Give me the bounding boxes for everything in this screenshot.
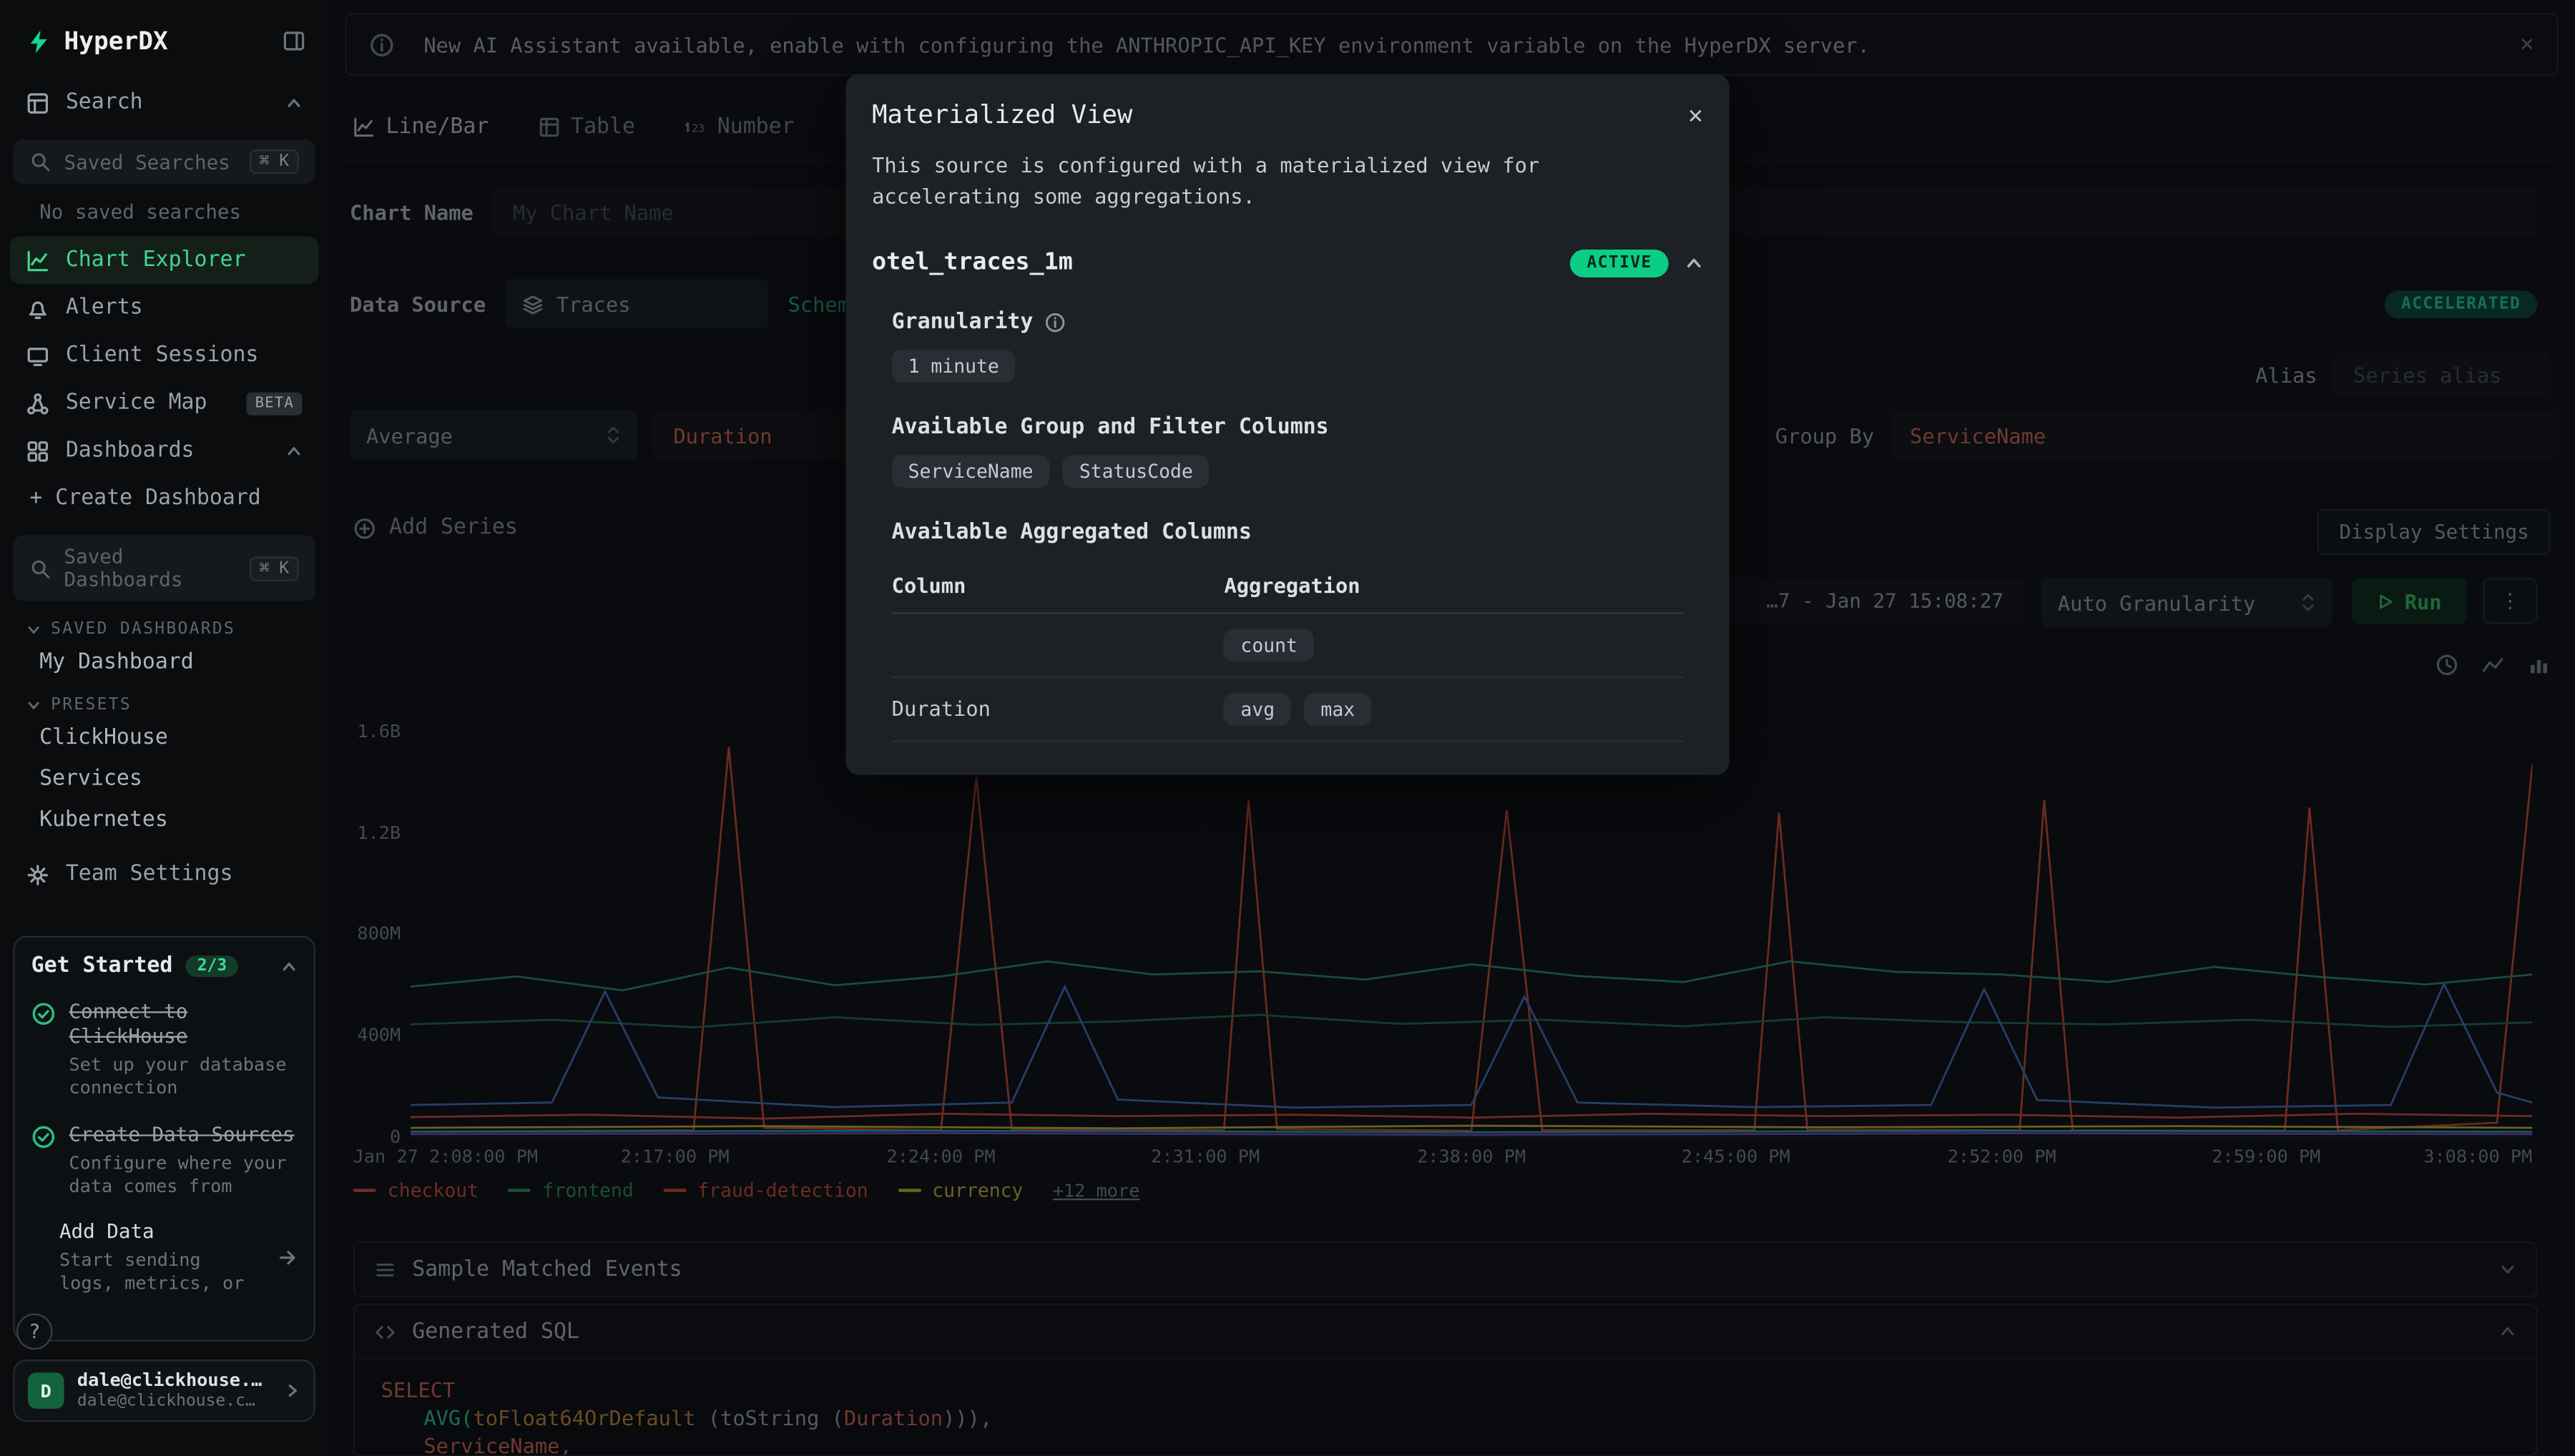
sidebar-item-chart-explorer[interactable]: Chart Explorer bbox=[10, 237, 319, 285]
info-icon[interactable] bbox=[1044, 312, 1066, 333]
granularity-label: Granularity bbox=[892, 310, 1034, 334]
collapse-sidebar-icon[interactable] bbox=[283, 29, 305, 52]
shortcut-kbd: ⌘ K bbox=[250, 149, 299, 174]
check-circle-icon bbox=[31, 1002, 56, 1101]
task-title: Create Data Sources bbox=[69, 1122, 297, 1146]
presets-section[interactable]: PRESETS bbox=[0, 683, 328, 717]
user-email: dale@clickhouse.c… bbox=[77, 1392, 271, 1412]
user-menu[interactable]: D dale@clickhouse.… dale@clickhouse.c… bbox=[13, 1359, 315, 1422]
table-row: count bbox=[892, 614, 1684, 678]
no-saved-searches-text: No saved searches bbox=[0, 190, 328, 236]
chart-line-icon bbox=[26, 249, 49, 272]
materialized-view-row[interactable]: otel_traces_1m ACTIVE bbox=[872, 249, 1703, 277]
sidebar-item-search[interactable]: Search bbox=[0, 79, 328, 127]
brand-name: HyperDX bbox=[64, 26, 283, 56]
sidebar-item-label: Search bbox=[66, 90, 143, 114]
sidebar-item-client-sessions[interactable]: Client Sessions bbox=[0, 332, 328, 380]
gear-icon bbox=[26, 863, 49, 886]
granularity-chip: 1 minute bbox=[892, 349, 1016, 382]
sidebar-item-label: Service Map bbox=[66, 390, 207, 415]
get-started-task-add-data[interactable]: Add Data Start sending logs, metrics, or bbox=[31, 1220, 298, 1297]
table-row: Duration avg max bbox=[892, 678, 1684, 742]
get-started-progress-badge: 2/3 bbox=[186, 955, 239, 977]
materialized-view-modal: Materialized View ✕ This source is confi… bbox=[845, 74, 1729, 774]
sidebar-item-label: Client Sessions bbox=[66, 343, 259, 368]
sidebar-item-team-settings[interactable]: Team Settings bbox=[0, 850, 328, 898]
task-title: Connect to ClickHouse bbox=[69, 1000, 297, 1049]
saved-searches-placeholder: Saved Searches bbox=[64, 150, 237, 173]
saved-dashboards-section[interactable]: SAVED DASHBOARDS bbox=[0, 607, 328, 641]
chevron-down-icon bbox=[26, 622, 41, 637]
beta-badge: BETA bbox=[247, 392, 302, 415]
chevron-down-icon bbox=[26, 698, 41, 713]
modal-description: This source is configured with a materia… bbox=[872, 149, 1687, 213]
sidebar-item-alerts[interactable]: Alerts bbox=[0, 284, 328, 332]
view-name: otel_traces_1m bbox=[872, 250, 1554, 277]
user-name: dale@clickhouse.… bbox=[77, 1370, 271, 1392]
avatar: D bbox=[28, 1372, 64, 1409]
group-filter-columns-label: Available Group and Filter Columns bbox=[892, 415, 1329, 439]
aggregation-header: Aggregation bbox=[1224, 573, 1683, 597]
aggregation-chip-max: max bbox=[1304, 692, 1371, 725]
section-label: SAVED DASHBOARDS bbox=[51, 621, 235, 639]
sidebar-header: HyperDX bbox=[0, 0, 328, 79]
check-circle-icon bbox=[31, 1124, 56, 1199]
app: HyperDX Search Saved Searches ⌘ K No sav… bbox=[0, 0, 2575, 1456]
sidebar: HyperDX Search Saved Searches ⌘ K No sav… bbox=[0, 0, 328, 1456]
chevron-up-icon bbox=[281, 958, 298, 975]
brand-bolt-icon bbox=[26, 29, 51, 53]
get-started-card: Get Started 2/3 Connect to ClickHouse Se… bbox=[13, 936, 315, 1342]
sidebar-item-label: Dashboards bbox=[66, 438, 195, 463]
task-desc: Start sending logs, metrics, or bbox=[59, 1250, 265, 1297]
column-chip-servicename: ServiceName bbox=[892, 454, 1050, 487]
aggregated-columns-label: Available Aggregated Columns bbox=[892, 520, 1252, 544]
task-icon-spacer bbox=[31, 1220, 46, 1297]
sidebar-item-services[interactable]: Services bbox=[0, 759, 328, 800]
aggregation-chip-count: count bbox=[1224, 629, 1313, 661]
get-started-task-sources[interactable]: Create Data Sources Configure where your… bbox=[31, 1122, 298, 1199]
task-title: Add Data bbox=[59, 1220, 265, 1244]
search-section-icon bbox=[26, 91, 49, 114]
nodes-icon bbox=[26, 392, 49, 415]
aggregated-columns-table: Column Aggregation count Duration avg ma… bbox=[892, 558, 1684, 742]
create-dashboard-button[interactable]: + Create Dashboard bbox=[0, 475, 328, 523]
monitor-icon bbox=[26, 344, 49, 367]
column-header: Column bbox=[892, 573, 1225, 597]
saved-dashboards-input[interactable]: Saved Dashboards ⌘ K bbox=[13, 535, 315, 601]
modal-close-icon[interactable]: ✕ bbox=[1688, 100, 1703, 129]
section-label: PRESETS bbox=[51, 696, 132, 714]
search-icon bbox=[29, 557, 51, 579]
saved-dashboards-placeholder: Saved Dashboards bbox=[64, 545, 237, 591]
grid-icon bbox=[26, 439, 49, 462]
sidebar-item-service-map[interactable]: Service Map BETA bbox=[0, 379, 328, 427]
arrow-right-icon bbox=[278, 1249, 298, 1269]
sidebar-item-my-dashboard[interactable]: My Dashboard bbox=[0, 642, 328, 683]
get-started-header[interactable]: Get Started 2/3 bbox=[31, 954, 298, 978]
modal-title: Materialized View bbox=[872, 100, 1688, 129]
get-started-title: Get Started bbox=[31, 954, 173, 978]
bell-icon bbox=[26, 296, 49, 319]
sidebar-item-label: Chart Explorer bbox=[66, 248, 246, 272]
column-chip-statuscode: StatusCode bbox=[1063, 454, 1210, 487]
chevron-up-icon bbox=[285, 94, 302, 111]
search-icon bbox=[29, 151, 51, 172]
chevron-right-icon bbox=[284, 1382, 300, 1399]
create-dashboard-label: + Create Dashboard bbox=[29, 486, 260, 511]
sidebar-item-label: Team Settings bbox=[66, 862, 233, 886]
chevron-up-icon bbox=[285, 443, 302, 459]
task-desc: Set up your database connection bbox=[69, 1054, 297, 1101]
sidebar-item-label: Alerts bbox=[66, 295, 143, 320]
sidebar-item-clickhouse[interactable]: ClickHouse bbox=[0, 717, 328, 758]
active-status-badge: ACTIVE bbox=[1571, 249, 1669, 277]
get-started-task-connect[interactable]: Connect to ClickHouse Set up your databa… bbox=[31, 1000, 298, 1101]
aggregation-chip-avg: avg bbox=[1224, 692, 1291, 725]
saved-searches-input[interactable]: Saved Searches ⌘ K bbox=[13, 139, 315, 184]
sidebar-item-kubernetes[interactable]: Kubernetes bbox=[0, 800, 328, 840]
shortcut-kbd: ⌘ K bbox=[250, 556, 299, 580]
help-button[interactable]: ? bbox=[16, 1314, 53, 1350]
chevron-up-icon[interactable] bbox=[1685, 254, 1703, 272]
sidebar-item-dashboards[interactable]: Dashboards bbox=[0, 427, 328, 475]
column-cell: Duration bbox=[892, 697, 1225, 721]
task-desc: Configure where your data comes from bbox=[69, 1152, 297, 1199]
